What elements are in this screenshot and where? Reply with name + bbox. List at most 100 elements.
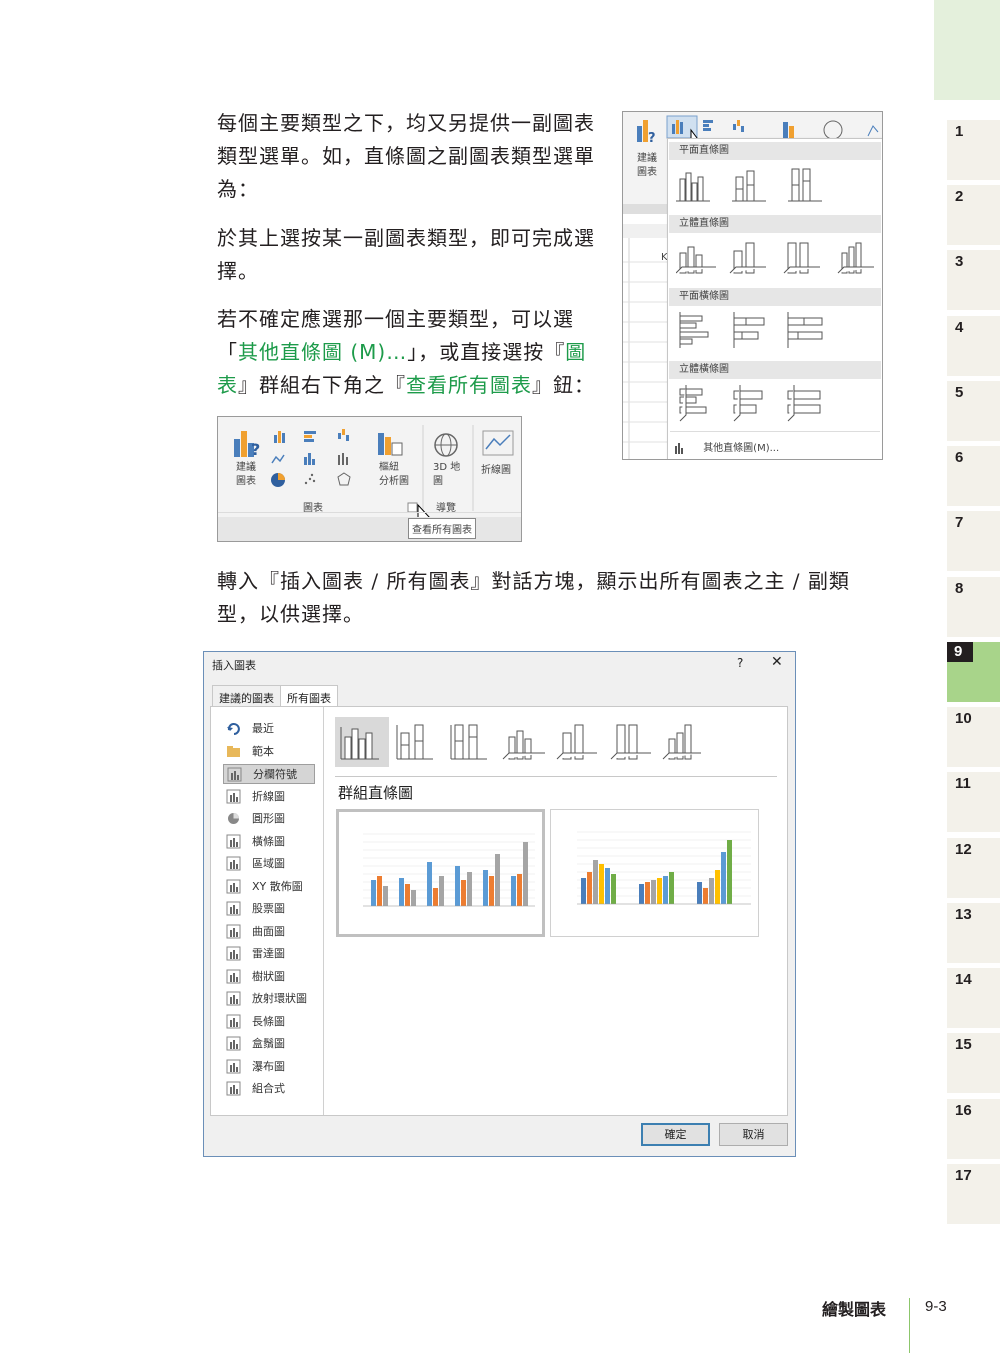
line-sparkline-label[interactable]: 折線圖 <box>481 461 511 476</box>
chapter-tab-2[interactable]: 2 <box>947 185 1000 245</box>
preview-bar <box>427 862 432 906</box>
category-scatter[interactable]: XY 散佈圖 <box>223 877 315 897</box>
pivot-chart-label[interactable]: 樞紐 分析圖 <box>379 461 409 489</box>
tab-recommended-charts[interactable]: 建議的圖表 <box>212 685 281 707</box>
preview-bar <box>599 864 604 904</box>
map3d-label[interactable]: 3D 地圖 <box>433 461 460 489</box>
category-stock[interactable]: 股票圖 <box>223 899 315 919</box>
chapter-tab-13[interactable]: 13 <box>947 903 1000 963</box>
paragraph-dialog: 轉入『插入圖表 / 所有圖表』對話方塊，顯示出所有圖表之主 / 副類型，以供選擇… <box>217 569 850 626</box>
stacked-column-icon[interactable] <box>732 170 766 202</box>
chapter-tab-11[interactable]: 11 <box>947 772 1000 832</box>
subtype-title: 群組直條圖 <box>338 784 414 802</box>
chapter-tab-10[interactable]: 10 <box>947 707 1000 767</box>
preview-bar <box>377 876 382 906</box>
3d-column-icon[interactable] <box>837 242 874 274</box>
preview-bar <box>721 852 726 904</box>
column-subtype-menu: 平面直條圖 立體直條圖 平面橫條圖 立體橫條圖 其他直條圖(M)... <box>667 138 882 459</box>
category-label: 雷達圖 <box>252 947 285 960</box>
chart-preview-1[interactable] <box>336 809 545 937</box>
3d-column-icon[interactable] <box>662 724 701 760</box>
close-button[interactable]: ✕ <box>771 654 783 670</box>
subtype-row-2d-bar <box>679 312 823 348</box>
group-charts-label: 圖表 <box>303 503 323 514</box>
category-box-whisker[interactable]: 盒鬚圖 <box>223 1034 315 1054</box>
section-2d-column: 平面直條圖 <box>669 142 881 160</box>
dialog-launcher-icon <box>407 502 418 513</box>
more-column-charts-item[interactable]: 其他直條圖(M)... <box>674 439 779 454</box>
scatter-icon <box>226 879 241 893</box>
category-waterfall[interactable]: 瀑布圖 <box>223 1057 315 1077</box>
chapter-tab-15[interactable]: 15 <box>947 1033 1000 1093</box>
chapter-tab-9-active[interactable]: 9 <box>947 642 1000 702</box>
chapter-tab-1[interactable]: 1 <box>947 120 1000 180</box>
3d-clustered-column-icon[interactable] <box>676 246 716 274</box>
preview-bar <box>455 866 460 906</box>
category-label: 圓形圖 <box>252 812 285 825</box>
clustered-column-icon[interactable] <box>340 727 379 760</box>
chapter-tab-4[interactable]: 4 <box>947 316 1000 376</box>
category-pie[interactable]: 圓形圖 <box>223 809 315 829</box>
surface-icon <box>226 924 241 938</box>
percent-stacked-column-icon[interactable] <box>788 168 822 202</box>
stacked-bar-icon[interactable] <box>733 312 765 348</box>
chapter-tab-17[interactable]: 17 <box>947 1164 1000 1224</box>
category-label: 折線圖 <box>252 789 285 803</box>
clustered-bar-icon[interactable] <box>679 312 709 348</box>
3d-percent-bar-icon[interactable] <box>787 385 821 422</box>
3d-percent-column-icon[interactable] <box>610 724 651 760</box>
ribbon-screenshot: ? 建議 圖表 樞紐 分析圖 3D 地圖 折線圖 圖表 導覽 查看所有圖表 <box>217 416 522 542</box>
category-combo[interactable]: 組合式 <box>223 1079 315 1099</box>
percent-stacked-column-icon[interactable] <box>450 724 487 760</box>
3d-clustered-bar-icon[interactable] <box>679 385 707 422</box>
cancel-button[interactable]: 取消 <box>719 1123 788 1146</box>
stacked-column-icon[interactable] <box>396 724 433 760</box>
category-line[interactable]: 折線圖 <box>223 787 315 807</box>
chapter-tab-7[interactable]: 7 <box>947 511 1000 571</box>
chart-preview-2[interactable] <box>550 809 759 937</box>
percent-stacked-bar-icon[interactable] <box>787 312 823 348</box>
tab-all-charts[interactable]: 所有圖表 <box>280 685 338 707</box>
chapter-tab-3[interactable]: 3 <box>947 250 1000 310</box>
category-radar[interactable]: 雷達圖 <box>223 944 315 964</box>
help-button[interactable]: ? <box>737 656 743 670</box>
category-templates[interactable]: 範本 <box>223 742 315 762</box>
category-label: 橫條圖 <box>252 834 285 848</box>
chapter-tab-14[interactable]: 14 <box>947 968 1000 1028</box>
pie-chart-icon <box>271 473 285 487</box>
ok-button[interactable]: 確定 <box>641 1123 710 1146</box>
footer-rule <box>909 1298 910 1353</box>
text-run: 」，或直接選按『 <box>407 340 566 364</box>
recommended-charts-label[interactable]: 建議 圖表 <box>236 461 256 489</box>
3d-percent-column-icon[interactable] <box>783 242 820 274</box>
preview-bar <box>639 884 644 904</box>
chapter-tab-5[interactable]: 5 <box>947 381 1000 441</box>
chapter-tab-12[interactable]: 12 <box>947 838 1000 898</box>
category-surface[interactable]: 曲面圖 <box>223 922 315 942</box>
clustered-column-icon[interactable] <box>676 172 710 202</box>
preview-bar <box>411 890 416 906</box>
active-tab-marker: 9 <box>947 642 973 662</box>
column-submenu-screenshot: ? 建議 圖表 K 平面直條圖 立體直條圖 平面橫條圖 立體橫條圖 其他直條圖(… <box>622 111 883 460</box>
scatter-icon <box>304 473 316 485</box>
3d-stacked-column-icon[interactable] <box>556 724 597 760</box>
preview-bar <box>593 860 598 904</box>
3d-clustered-column-icon[interactable] <box>502 730 545 760</box>
category-bar[interactable]: 橫條圖 <box>223 832 315 852</box>
chapter-tab-6[interactable]: 6 <box>947 446 1000 506</box>
category-recent[interactable]: 最近 <box>223 719 315 739</box>
subtype-divider <box>335 776 777 777</box>
category-column[interactable]: 分欄符號 <box>223 764 315 784</box>
3d-stacked-column-icon[interactable] <box>729 242 766 274</box>
category-label: 範本 <box>252 744 274 758</box>
category-sunburst[interactable]: 放射環狀圖 <box>223 989 315 1009</box>
category-histogram[interactable]: 長條圖 <box>223 1012 315 1032</box>
chapter-tab-16[interactable]: 16 <box>947 1099 1000 1159</box>
category-area[interactable]: 區域圖 <box>223 854 315 874</box>
chapter-tab-8[interactable]: 8 <box>947 577 1000 637</box>
category-treemap[interactable]: 樹狀圖 <box>223 967 315 987</box>
recommended-charts-icon: ? <box>234 431 260 459</box>
3d-stacked-bar-icon[interactable] <box>733 385 763 422</box>
stock-icon <box>338 453 348 465</box>
treemap-icon <box>226 969 241 983</box>
